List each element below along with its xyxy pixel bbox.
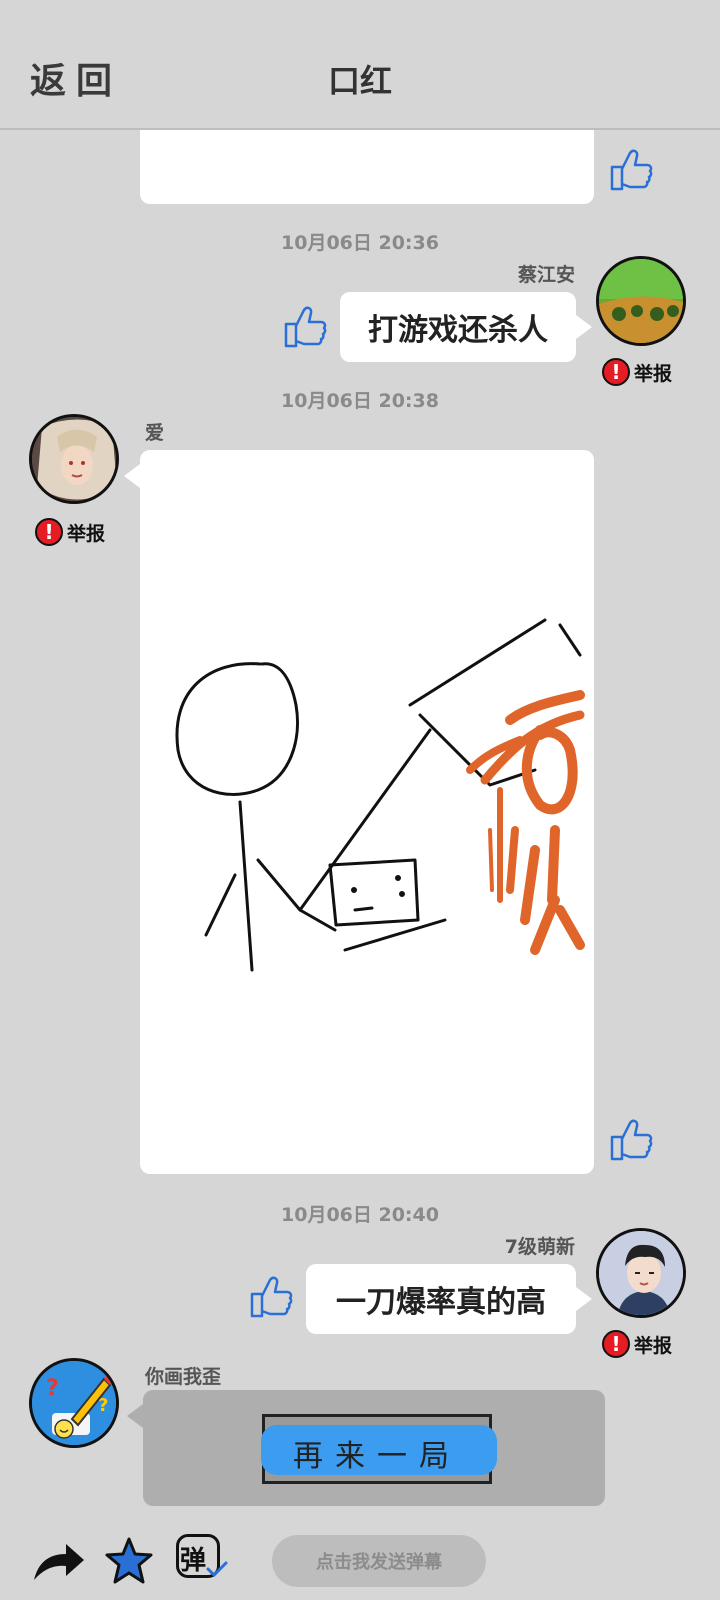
bubble-tail: [124, 464, 140, 488]
play-again-label: 再来一局: [293, 1440, 461, 1473]
share-icon[interactable]: [30, 1540, 86, 1584]
page-title: 口红: [327, 62, 392, 100]
svg-text:?: ?: [46, 1376, 59, 1401]
report-button[interactable]: ! 举报: [35, 518, 105, 546]
top-bar: 返回 口红: [0, 0, 720, 130]
sender-name: 蔡江安: [517, 264, 575, 286]
message-timestamp: 10月06日 20:38: [281, 390, 439, 412]
danmu-input[interactable]: 点击我发送弹幕: [272, 1535, 486, 1587]
play-again-button[interactable]: 再来一局: [261, 1414, 497, 1484]
drawing-image: [175, 618, 585, 972]
danmu-icon[interactable]: 弹: [176, 1534, 228, 1584]
danmu-icon-char: 弹: [180, 1546, 207, 1576]
sender-name: 你画我歪: [145, 1366, 222, 1388]
bubble-tail: [127, 1404, 143, 1428]
alert-icon: !: [602, 358, 630, 386]
drawing-image-bubble[interactable]: [140, 450, 594, 1174]
bubble-tail: [576, 1287, 592, 1311]
message-timestamp: 10月06日 20:36: [281, 232, 439, 254]
message-bubble[interactable]: 一刀爆率真的高: [306, 1264, 576, 1334]
thumbs-up-icon[interactable]: [246, 1272, 296, 1322]
message-bubble[interactable]: 打游戏还杀人: [340, 292, 576, 362]
sender-name: 7级萌新: [504, 1236, 575, 1258]
avatar[interactable]: ? ?: [29, 1358, 119, 1448]
avatar[interactable]: [596, 1228, 686, 1318]
thumbs-up-icon[interactable]: [606, 145, 656, 195]
thumbs-up-icon[interactable]: [606, 1115, 656, 1165]
sender-name: 爱: [145, 422, 165, 444]
thumbs-up-icon[interactable]: [280, 302, 330, 352]
alert-icon: !: [602, 1330, 630, 1358]
report-button[interactable]: ! 举报: [602, 1330, 672, 1358]
bubble-tail: [576, 315, 592, 339]
report-button[interactable]: ! 举报: [602, 358, 672, 386]
message-timestamp: 10月06日 20:40: [281, 1204, 439, 1226]
star-icon[interactable]: [104, 1536, 154, 1586]
avatar[interactable]: [596, 256, 686, 346]
alert-icon: !: [35, 518, 63, 546]
avatar[interactable]: [29, 414, 119, 504]
